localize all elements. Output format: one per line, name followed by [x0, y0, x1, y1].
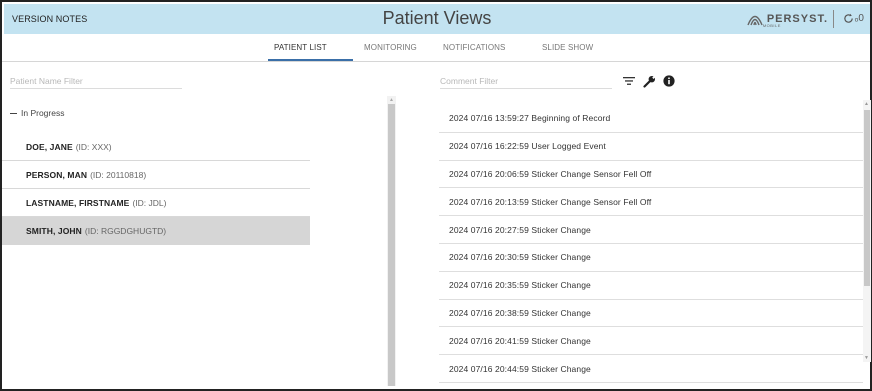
group-label: In Progress: [21, 108, 65, 118]
logo-mark-icon: [747, 15, 763, 26]
filter-icon[interactable]: [622, 74, 636, 88]
tab-monitoring[interactable]: MONITORING: [364, 43, 417, 52]
sync-status: ₒ0: [854, 13, 864, 24]
comment-row[interactable]: 2024 07/16 20:13:59 Sticker Change Senso…: [439, 188, 863, 217]
group-header-in-progress[interactable]: In Progress: [10, 108, 64, 118]
tab-slide-show[interactable]: SLIDE SHOW: [542, 43, 593, 52]
patient-name: SMITH, JOHN: [26, 226, 82, 236]
info-icon[interactable]: [662, 74, 676, 88]
comment-filter[interactable]: [440, 74, 612, 89]
comment-row[interactable]: 2024 07/16 13:59:27 Beginning of Record: [439, 105, 863, 133]
patient-name: LASTNAME, FIRSTNAME: [26, 197, 130, 208]
comment-row[interactable]: 2024 07/16 20:30:59 Sticker Change: [439, 244, 863, 272]
scroll-down-icon[interactable]: ▼: [864, 355, 869, 361]
patient-row[interactable]: LASTNAME, FIRSTNAME (ID: JDL): [2, 189, 310, 217]
collapse-icon: [10, 112, 17, 114]
wrench-icon[interactable]: [642, 74, 656, 88]
comment-list-scrollbar[interactable]: ▲ ▼: [863, 100, 871, 362]
patient-name: DOE, JANE: [26, 142, 73, 152]
comment-list: 2024 07/16 13:59:27 Beginning of Record …: [439, 105, 863, 383]
patient-id: (ID: XXX): [75, 142, 112, 152]
patient-id: (ID: RGGDGHUGTD): [84, 226, 167, 236]
scroll-up-icon[interactable]: ▲: [864, 101, 869, 107]
view-tabs: PATIENT LIST MONITORING NOTIFICATIONS SL…: [2, 36, 870, 62]
scrollbar-thumb[interactable]: [388, 104, 395, 386]
patient-row[interactable]: DOE, JANE (ID: XXX): [2, 134, 310, 161]
persyst-logo: PERSYST. MOBILE: [746, 11, 828, 28]
sync-button[interactable]: ₒ0: [843, 13, 864, 24]
app-window: VERSION NOTES Patient Views PERSYST. MOB…: [0, 0, 872, 391]
patient-row-selected[interactable]: SMITH, JOHN (ID: RGGDGHUGTD): [2, 217, 310, 245]
patient-name-filter[interactable]: [10, 74, 182, 89]
patient-id: (ID: JDL): [132, 197, 167, 208]
comment-row[interactable]: 2024 07/16 16:22:59 User Logged Event: [439, 133, 863, 161]
scroll-up-icon[interactable]: ▲: [389, 97, 394, 103]
scrollbar-thumb[interactable]: [864, 110, 870, 286]
comment-row[interactable]: 2024 07/16 20:38:59 Sticker Change: [439, 300, 863, 328]
page-title: Patient Views: [382, 8, 492, 28]
comment-row[interactable]: 2024 07/16 20:27:59 Sticker Change: [439, 216, 863, 244]
patient-list: DOE, JANE (ID: XXX) PERSON, MAN (ID: 201…: [2, 134, 310, 245]
logo-subtext: MOBILE: [762, 23, 781, 28]
comment-row[interactable]: 2024 07/16 20:06:59 Sticker Change Senso…: [439, 161, 863, 189]
comment-toolbar: [622, 74, 676, 88]
top-bar: VERSION NOTES Patient Views PERSYST. MOB…: [4, 4, 870, 34]
sync-icon: [843, 13, 853, 23]
comment-row[interactable]: 2024 07/16 20:35:59 Sticker Change: [439, 272, 863, 300]
comment-row[interactable]: 2024 07/16 20:41:59 Sticker Change: [439, 327, 863, 356]
patient-row[interactable]: PERSON, MAN (ID: 20110818): [2, 161, 310, 189]
comment-row[interactable]: 2024 07/16 20:44:59 Sticker Change: [439, 355, 863, 383]
tab-notifications[interactable]: NOTIFICATIONS: [443, 43, 505, 52]
header-divider: [833, 10, 834, 28]
tab-patient-list[interactable]: PATIENT LIST: [274, 43, 327, 52]
patient-list-scrollbar[interactable]: ▲: [387, 96, 396, 386]
patient-id: (ID: 20110818): [90, 169, 147, 180]
patient-name: PERSON, MAN: [26, 169, 88, 180]
active-tab-indicator: [268, 59, 353, 61]
